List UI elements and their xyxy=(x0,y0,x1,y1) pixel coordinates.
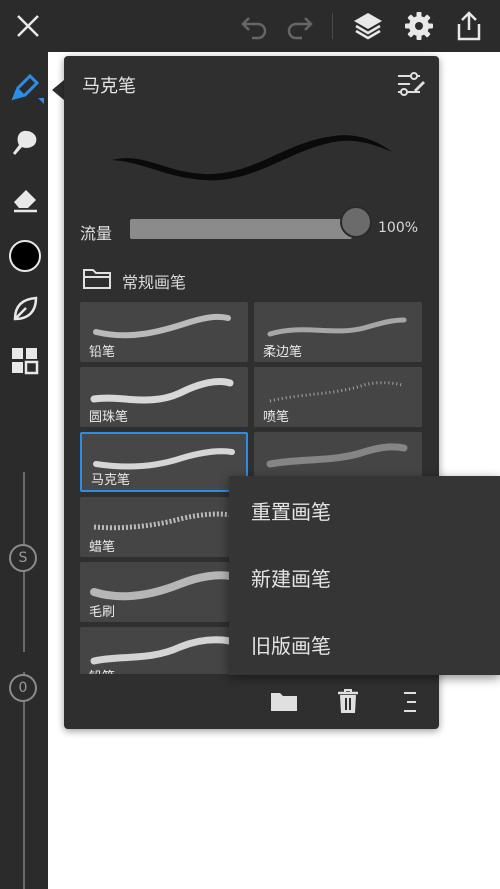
leaf-icon[interactable] xyxy=(10,294,40,324)
menu-item-reset-brush[interactable]: 重置画笔 xyxy=(251,496,331,525)
brush-tool-icon[interactable] xyxy=(8,70,44,106)
layers-icon[interactable] xyxy=(352,11,384,41)
brush-tile[interactable]: 铅笔 xyxy=(80,302,248,362)
eraser-tool-icon[interactable] xyxy=(10,184,40,214)
flow-slider-knob[interactable] xyxy=(340,206,372,238)
brush-tile-label: 毛刷 xyxy=(89,605,116,620)
share-icon[interactable] xyxy=(454,10,484,42)
folder-icon[interactable] xyxy=(270,690,298,712)
brush-tile-label: 马克笔 xyxy=(91,473,131,488)
menu-item-legacy-brush[interactable]: 旧版画笔 xyxy=(251,630,331,659)
toolbar-divider xyxy=(332,13,333,39)
brush-tile-selected[interactable]: 马克笔 xyxy=(80,432,248,492)
gear-icon[interactable] xyxy=(404,11,434,41)
brush-tile[interactable]: 圆珠笔 xyxy=(80,367,248,427)
opacity-slider-track[interactable] xyxy=(23,672,25,889)
redo-icon[interactable] xyxy=(284,12,314,40)
tool-sidebar: S 0 xyxy=(0,52,48,889)
flow-label: 流量 xyxy=(80,224,113,243)
flow-value: 100% xyxy=(378,220,419,236)
flow-slider-track[interactable] xyxy=(130,219,352,239)
top-toolbar xyxy=(0,0,500,52)
brush-tile-label: 铅笔 xyxy=(89,345,116,360)
menu-icon[interactable] xyxy=(402,690,418,714)
close-icon[interactable] xyxy=(14,12,42,40)
undo-icon[interactable] xyxy=(240,12,270,40)
brush-settings-icon[interactable] xyxy=(396,70,426,98)
brush-category-label: 常规画笔 xyxy=(122,273,187,292)
brush-panel-title: 马克笔 xyxy=(82,76,136,97)
brush-tile[interactable]: 蜡笔 xyxy=(80,497,248,557)
brush-tile-label: 圆珠笔 xyxy=(89,410,129,425)
menu-item-new-brush[interactable]: 新建画笔 xyxy=(251,563,331,592)
folder-icon xyxy=(83,269,111,289)
trash-icon[interactable] xyxy=(336,688,360,714)
brush-tile[interactable]: 毛刷 xyxy=(80,562,248,622)
brush-tile-label: 喷笔 xyxy=(263,410,290,425)
brush-tile-label: 柔边笔 xyxy=(263,345,303,360)
brush-preview-stroke xyxy=(112,135,392,181)
brush-tile-label: 蜡笔 xyxy=(89,540,116,555)
opacity-slider-knob[interactable]: 0 xyxy=(9,674,37,702)
brush-tile[interactable]: 铅笔 xyxy=(80,627,248,674)
brush-tile-label: 铅笔 xyxy=(89,666,115,674)
brush-tile[interactable]: 喷笔 xyxy=(254,367,422,427)
color-swatch[interactable] xyxy=(9,240,41,272)
grid-icon[interactable] xyxy=(11,347,39,375)
brush-context-menu: 重置画笔 新建画笔 旧版画笔 xyxy=(229,476,500,675)
size-slider-knob[interactable]: S xyxy=(9,544,37,572)
panel-pointer xyxy=(52,80,64,100)
smudge-tool-icon[interactable] xyxy=(10,128,40,158)
brush-tile[interactable]: 柔边笔 xyxy=(254,302,422,362)
